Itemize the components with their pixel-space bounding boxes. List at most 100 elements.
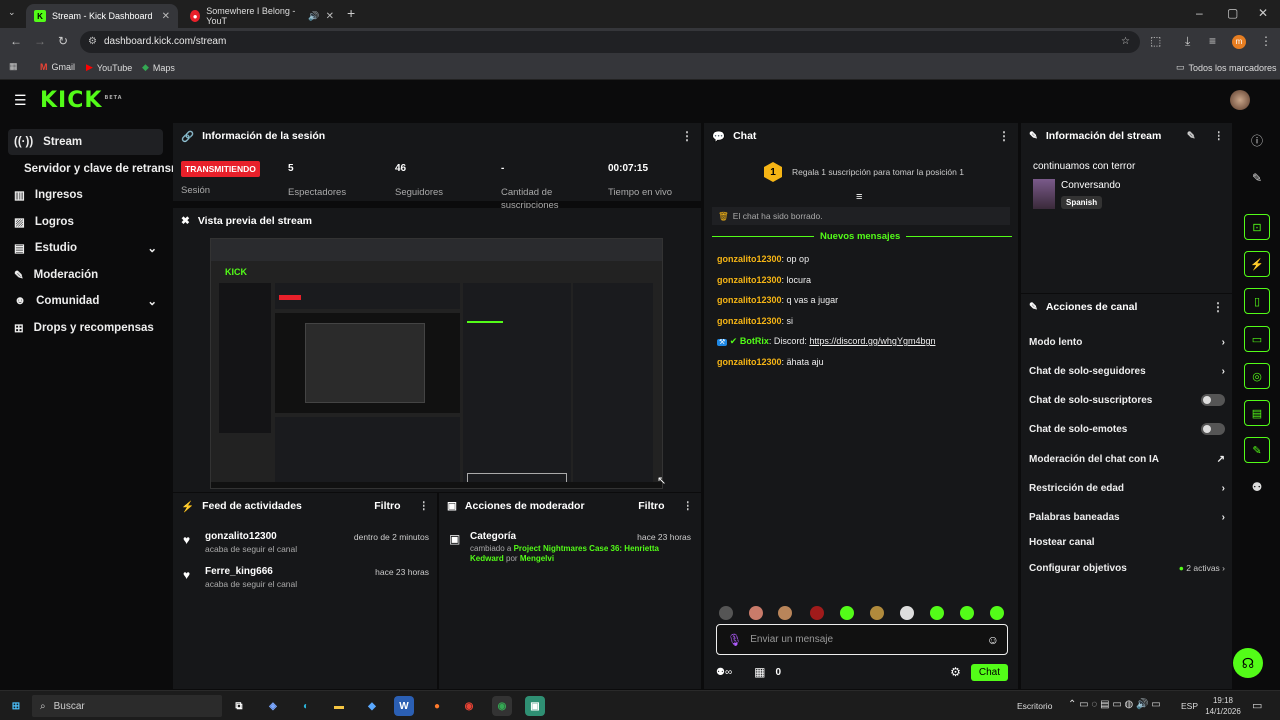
chat-username[interactable]: gonzalito12300 [717, 316, 782, 326]
new-tab-button[interactable]: + [347, 5, 355, 21]
chrome-icon[interactable]: ◉ [459, 696, 479, 716]
edge-icon[interactable]: ◐ [296, 696, 316, 716]
emoji-icon[interactable]: ☺ [987, 633, 999, 647]
edit-pencil-icon[interactable]: ✎ [1187, 130, 1196, 142]
action-age-restriction[interactable]: Restricción de edad › [1029, 479, 1225, 497]
action-slow-mode[interactable]: Modo lento › [1029, 333, 1225, 351]
sidebar-item-logros[interactable]: ▨ Logros [8, 209, 163, 235]
all-bookmarks[interactable]: ▭ Todos los marcadores [1176, 62, 1277, 73]
more-options-icon[interactable]: ⋮ [681, 129, 693, 143]
bookmark-maps[interactable]: ◆ Maps [142, 62, 175, 73]
emote-icon[interactable] [990, 606, 1004, 620]
screen-capture-icon[interactable]: ⊡ [1244, 214, 1270, 240]
site-info-icon[interactable]: ⚙ [88, 31, 97, 53]
tab-kick-dashboard[interactable]: K Stream - Kick Dashboard ✕ [26, 4, 178, 28]
minimize-button[interactable]: – [1196, 6, 1203, 20]
more-options-icon[interactable]: ⋮ [998, 129, 1010, 143]
chat-message[interactable]: gonzalito12300: q vas a jugar [717, 295, 838, 305]
edit-pencil-icon[interactable]: ✎ [1244, 165, 1270, 191]
chat-message[interactable]: gonzalito12300: ähata aju [717, 357, 824, 367]
reload-icon[interactable]: ↻ [58, 34, 68, 48]
extensions-icon[interactable]: ⬚ [1150, 34, 1161, 48]
more-options-icon[interactable]: ⋮ [683, 500, 694, 512]
close-tab-icon[interactable]: ✕ [162, 11, 170, 22]
tray-icons[interactable]: ⌃ ▭ ◌ ▤ ▭ ◍ 🔊 ▭ [1068, 699, 1161, 710]
chat-message[interactable]: gonzalito12300: op op [717, 254, 809, 264]
back-icon[interactable]: ← [10, 34, 22, 48]
emote-icon[interactable] [930, 606, 944, 620]
chat-icon[interactable]: ▭ [1244, 326, 1270, 352]
chat-username[interactable]: gonzalito12300 [717, 254, 782, 264]
stream-preview-video[interactable]: KICK [210, 238, 663, 489]
browser-menu-icon[interactable]: ⋮ [1260, 34, 1272, 48]
chat-username[interactable]: gonzalito12300 [717, 295, 782, 305]
download-icon[interactable]: ⤓ [1185, 34, 1190, 49]
more-options-icon[interactable]: ⋮ [1214, 130, 1225, 142]
sidebar-item-drops[interactable]: ⊞ Drops y recompensas [8, 315, 163, 341]
profile-avatar[interactable]: m [1232, 35, 1246, 49]
action-banned-words[interactable]: Palabras baneadas › [1029, 508, 1225, 526]
filter-button[interactable]: Filtro [374, 500, 400, 512]
chat-message[interactable]: gonzalito12300: locura [717, 275, 811, 285]
forward-icon[interactable]: → [34, 34, 46, 48]
close-window-button[interactable]: ✕ [1258, 6, 1268, 20]
emote-icon[interactable] [960, 606, 974, 620]
more-options-icon[interactable]: ⋮ [419, 500, 430, 512]
category-thumbnail[interactable] [1033, 179, 1055, 209]
kick-logo[interactable]: KICK BETA [40, 88, 123, 113]
emote-icon[interactable] [810, 606, 824, 620]
chat-message[interactable]: gonzalito12300: si [717, 316, 793, 326]
action-configure-goals[interactable]: Configurar objetivos ● 2 activas › [1029, 559, 1225, 577]
tab-youtube[interactable]: ● Somewhere I Belong - YouT 🔊 ✕ [182, 4, 342, 28]
hamburger-menu-icon[interactable]: ☰ [14, 92, 27, 109]
desktop-label[interactable]: Escritorio [1017, 701, 1052, 711]
collapse-icon[interactable]: ≡ [856, 191, 862, 203]
sidebar-item-ingresos[interactable]: ▥ Ingresos [8, 182, 163, 208]
more-options-icon[interactable]: ⋮ [1212, 300, 1224, 314]
taskbar-search[interactable]: ⌕ Buscar [32, 695, 222, 717]
broadcast-icon[interactable]: ◎ [1244, 363, 1270, 389]
emote-icon[interactable] [900, 606, 914, 620]
user-avatar[interactable] [1230, 90, 1250, 110]
windows-start-icon[interactable]: ⊞ [6, 696, 26, 716]
bookmark-star-icon[interactable]: ☆ [1121, 31, 1130, 53]
filter-button[interactable]: Filtro [638, 500, 664, 512]
copilot-icon[interactable]: ◈ [263, 696, 283, 716]
action-host-channel[interactable]: Hostear canal [1029, 533, 1225, 551]
chat-username[interactable]: gonzalito12300 [717, 275, 782, 285]
chat-username[interactable]: BotRix [740, 336, 769, 346]
sidebar-item-moderacion[interactable]: ✎ Moderación [8, 262, 163, 288]
emote-icon[interactable] [840, 606, 854, 620]
community-icon[interactable]: ⚉∞ [716, 667, 732, 678]
apps-grid-icon[interactable]: ▦ [9, 61, 18, 72]
document-icon[interactable]: ▯ [1244, 288, 1270, 314]
microphone-icon[interactable]: 🎙 [727, 633, 742, 647]
emote-icon[interactable] [870, 606, 884, 620]
discord-link[interactable]: https://discord.gg/whgYgm4bgn [809, 336, 935, 346]
sidebar-item-server-key[interactable]: Servidor y clave de retransmisión [8, 156, 178, 182]
audio-playing-icon[interactable]: 🔊 [308, 11, 319, 22]
sidebar-item-estudio[interactable]: ▤ Estudio ⌄ [8, 235, 163, 261]
kick-studio-icon[interactable]: ▣ [525, 696, 545, 716]
wrench-icon[interactable]: ✎ [1244, 437, 1270, 463]
clock[interactable]: 19:18 14/1/2026 [1200, 695, 1246, 717]
emotes-only-toggle[interactable] [1201, 423, 1225, 435]
bookmark-gmail[interactable]: M Gmail [40, 62, 75, 72]
language-indicator[interactable]: ESP [1181, 701, 1198, 711]
action-followers-only[interactable]: Chat de solo-seguidores › [1029, 362, 1225, 380]
support-headset-button[interactable]: ☊ [1233, 648, 1263, 678]
notifications-icon[interactable]: ▭ [1252, 699, 1262, 712]
info-icon[interactable]: ⓘ [1244, 127, 1270, 153]
emote-icon[interactable] [778, 606, 792, 620]
subscribers-only-toggle[interactable] [1201, 394, 1225, 406]
send-chat-button[interactable]: Chat [970, 663, 1008, 681]
chat-message-bot[interactable]: ⚒ ✔ BotRix: Discord: https://discord.gg/… [717, 336, 935, 347]
close-tab-icon[interactable]: ✕ [326, 11, 334, 22]
action-ai-moderation[interactable]: Moderación del chat con IA ↗ [1029, 450, 1225, 468]
media-icon[interactable]: ≡ [1209, 34, 1216, 48]
mod-tools-icon[interactable]: ▤ [1244, 400, 1270, 426]
tab-search-icon[interactable]: ⌄ [8, 7, 16, 18]
emote-icon[interactable] [719, 606, 733, 620]
chat-username[interactable]: gonzalito12300 [717, 357, 782, 367]
sidebar-item-comunidad[interactable]: ☻ Comunidad ⌄ [8, 288, 163, 314]
